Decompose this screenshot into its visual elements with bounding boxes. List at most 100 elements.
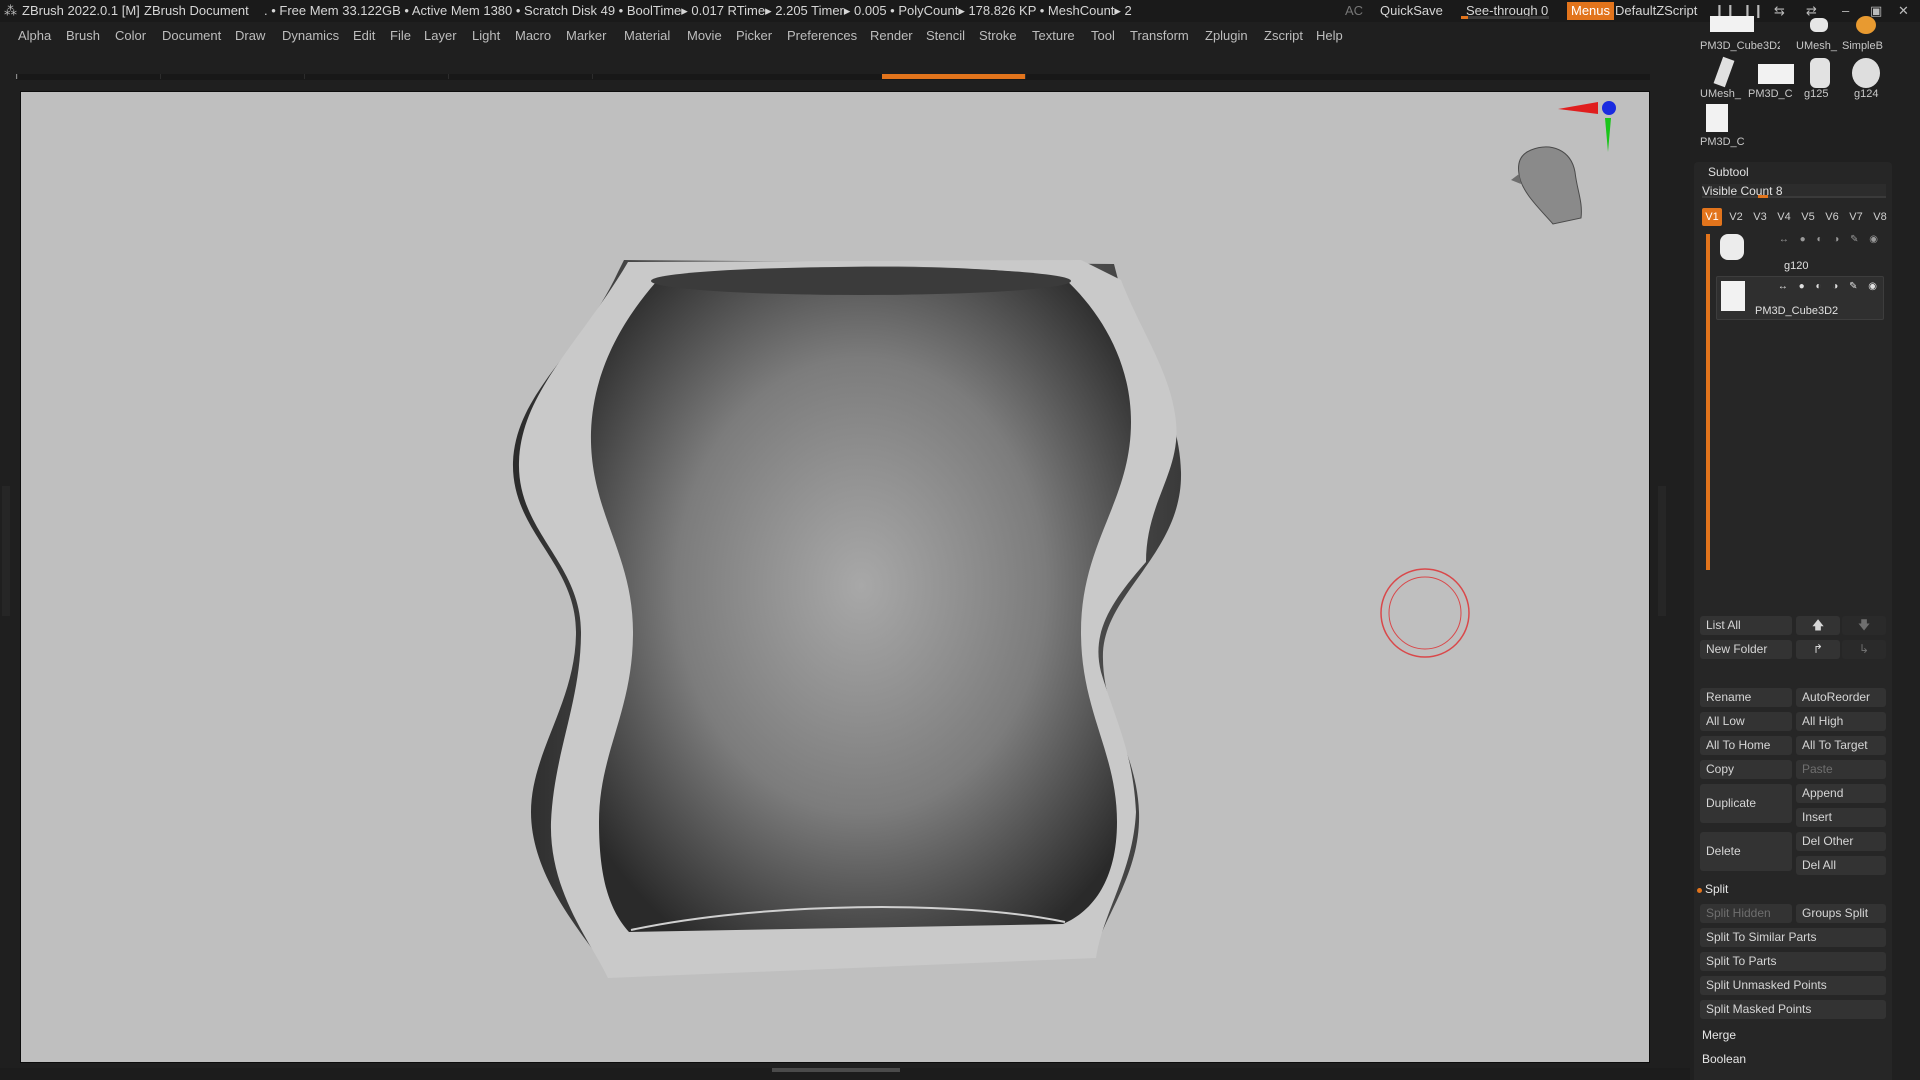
- title-bar: ⁂ ZBrush 2022.0.1 [M] ZBrush Document . …: [0, 0, 1920, 22]
- move-into-folder-icon[interactable]: ↱: [1796, 640, 1840, 659]
- tool-thumb[interactable]: g124: [1842, 54, 1888, 100]
- duplicate-button[interactable]: Duplicate: [1700, 784, 1792, 823]
- menu-brush[interactable]: Brush: [66, 24, 100, 48]
- new-folder-button[interactable]: New Folder: [1700, 640, 1792, 659]
- bottom-shelf-handle[interactable]: [772, 1068, 900, 1072]
- split-section-header[interactable]: Split: [1705, 882, 1728, 896]
- subtool-list-scrollbar[interactable]: [1706, 234, 1710, 570]
- visibility-tab-v3[interactable]: V3: [1750, 208, 1770, 226]
- copy-button[interactable]: Copy: [1700, 760, 1792, 779]
- menu-material[interactable]: Material: [624, 24, 670, 48]
- del-other-button[interactable]: Del Other: [1796, 832, 1886, 851]
- menu-zplugin[interactable]: Zplugin: [1205, 24, 1248, 48]
- app-title: ZBrush 2022.0.1 [M]: [22, 3, 140, 18]
- right-shelf-handle[interactable]: [1658, 486, 1666, 616]
- split-similar-parts-button[interactable]: Split To Similar Parts: [1700, 928, 1886, 947]
- paste-button[interactable]: Paste: [1796, 760, 1886, 779]
- visibility-tab-v7[interactable]: V7: [1846, 208, 1866, 226]
- menu-document[interactable]: Document: [162, 24, 221, 48]
- menu-alpha[interactable]: Alpha: [18, 24, 51, 48]
- menu-help[interactable]: Help: [1316, 24, 1343, 48]
- split-hidden-button[interactable]: Split Hidden: [1700, 904, 1792, 923]
- zbrush-logo-icon[interactable]: ⁂: [4, 0, 17, 22]
- document-title: ZBrush Document: [144, 3, 249, 18]
- menu-movie[interactable]: Movie: [687, 24, 722, 48]
- subtool-item-icons[interactable]: ↔ ● ◐ ◑ ✎ ◉: [1778, 281, 1881, 292]
- menu-zscript[interactable]: Zscript: [1264, 24, 1303, 48]
- visible-count-slider[interactable]: Visible Count 8: [1702, 184, 1886, 198]
- list-all-button[interactable]: List All: [1700, 616, 1792, 635]
- menu-marker[interactable]: Marker: [566, 24, 606, 48]
- move-down-button[interactable]: 🡇: [1842, 616, 1886, 635]
- subtool-item-icons[interactable]: ↔ ● ◐ ◑ ✎ ◉: [1779, 234, 1882, 245]
- tool-thumb[interactable]: g125: [1796, 54, 1842, 100]
- menu-tool[interactable]: Tool: [1091, 24, 1115, 48]
- menu-picker[interactable]: Picker: [736, 24, 772, 48]
- subtool-item-selected[interactable]: ↔ ● ◐ ◑ ✎ ◉ PM3D_Cube3D2: [1716, 276, 1884, 320]
- menu-transform[interactable]: Transform: [1130, 24, 1189, 48]
- split-masked-button[interactable]: Split Masked Points: [1700, 1000, 1886, 1019]
- menu-draw[interactable]: Draw: [235, 24, 265, 48]
- visible-count-label: Visible Count 8: [1702, 184, 1783, 198]
- del-all-button[interactable]: Del All: [1796, 856, 1886, 875]
- visibility-tab-v1[interactable]: V1: [1702, 208, 1722, 226]
- close-icon[interactable]: ✕: [1898, 0, 1909, 22]
- insert-button[interactable]: Insert: [1796, 808, 1886, 827]
- menu-macro[interactable]: Macro: [515, 24, 551, 48]
- append-button[interactable]: Append: [1796, 784, 1886, 803]
- menu-texture[interactable]: Texture: [1032, 24, 1075, 48]
- menu-color[interactable]: Color: [115, 24, 146, 48]
- tool-thumb[interactable]: UMesh_: [1700, 54, 1746, 100]
- menu-file[interactable]: File: [390, 24, 411, 48]
- menu-dynamics[interactable]: Dynamics: [282, 24, 339, 48]
- tool-thumb[interactable]: PM3D_Cube3D2: [1700, 6, 1780, 52]
- viewport-canvas[interactable]: [20, 91, 1650, 1063]
- menu-light[interactable]: Light: [472, 24, 500, 48]
- menu-stroke[interactable]: Stroke: [979, 24, 1017, 48]
- vase-inner-cavity: [590, 266, 1131, 932]
- boolean-section-header[interactable]: Boolean: [1702, 1052, 1746, 1066]
- visibility-tab-v6[interactable]: V6: [1822, 208, 1842, 226]
- merge-section-header[interactable]: Merge: [1702, 1028, 1736, 1042]
- swap-panels-icon[interactable]: ⇆: [1774, 0, 1785, 22]
- default-zscript-button[interactable]: DefaultZScript: [1615, 0, 1697, 22]
- tool-thumb[interactable]: UMesh_: [1796, 6, 1842, 52]
- visibility-tab-v4[interactable]: V4: [1774, 208, 1794, 226]
- subtool-thumb-icon: [1720, 234, 1744, 260]
- visibility-tab-v8[interactable]: V8: [1870, 208, 1890, 226]
- left-shelf-handle[interactable]: [2, 486, 10, 616]
- bottom-shelf: [0, 1068, 1690, 1080]
- menus-toggle-button[interactable]: Menus: [1567, 2, 1615, 20]
- menu-render[interactable]: Render: [870, 24, 913, 48]
- subtool-title[interactable]: Subtool: [1708, 165, 1749, 179]
- navigation-gizmo[interactable]: [1511, 101, 1616, 225]
- menu-edit[interactable]: Edit: [353, 24, 375, 48]
- visibility-tab-v5[interactable]: V5: [1798, 208, 1818, 226]
- groups-split-button[interactable]: Groups Split: [1796, 904, 1886, 923]
- tab-active[interactable]: [882, 74, 1026, 79]
- tool-thumb[interactable]: PM3D_C: [1700, 102, 1746, 148]
- rename-button[interactable]: Rename: [1700, 688, 1792, 707]
- menu-preferences[interactable]: Preferences: [787, 24, 857, 48]
- document-tab-strip: [16, 74, 1650, 80]
- all-to-home-button[interactable]: All To Home: [1700, 736, 1792, 755]
- move-up-button[interactable]: 🡅: [1796, 616, 1840, 635]
- subtool-item[interactable]: ↔ ● ◐ ◑ ✎ ◉ g120: [1716, 230, 1884, 274]
- autoreorder-button[interactable]: AutoReorder: [1796, 688, 1886, 707]
- split-unmasked-button[interactable]: Split Unmasked Points: [1700, 976, 1886, 995]
- quicksave-button[interactable]: QuickSave: [1380, 0, 1443, 22]
- delete-button[interactable]: Delete: [1700, 832, 1792, 871]
- menu-stencil[interactable]: Stencil: [926, 24, 965, 48]
- split-to-parts-button[interactable]: Split To Parts: [1700, 952, 1886, 971]
- see-through-slider[interactable]: [1461, 16, 1549, 19]
- all-high-button[interactable]: All High: [1796, 712, 1886, 731]
- ac-indicator: AC: [1345, 3, 1364, 18]
- visibility-tab-v2[interactable]: V2: [1726, 208, 1746, 226]
- all-to-target-button[interactable]: All To Target: [1796, 736, 1886, 755]
- menu-layer[interactable]: Layer: [424, 24, 457, 48]
- all-low-button[interactable]: All Low: [1700, 712, 1792, 731]
- tool-thumb[interactable]: PM3D_C: [1748, 54, 1794, 100]
- tool-thumb-label: SimpleB: [1842, 40, 1883, 52]
- tool-thumb[interactable]: SimpleB: [1842, 6, 1888, 52]
- move-out-folder-icon[interactable]: ↳: [1842, 640, 1886, 659]
